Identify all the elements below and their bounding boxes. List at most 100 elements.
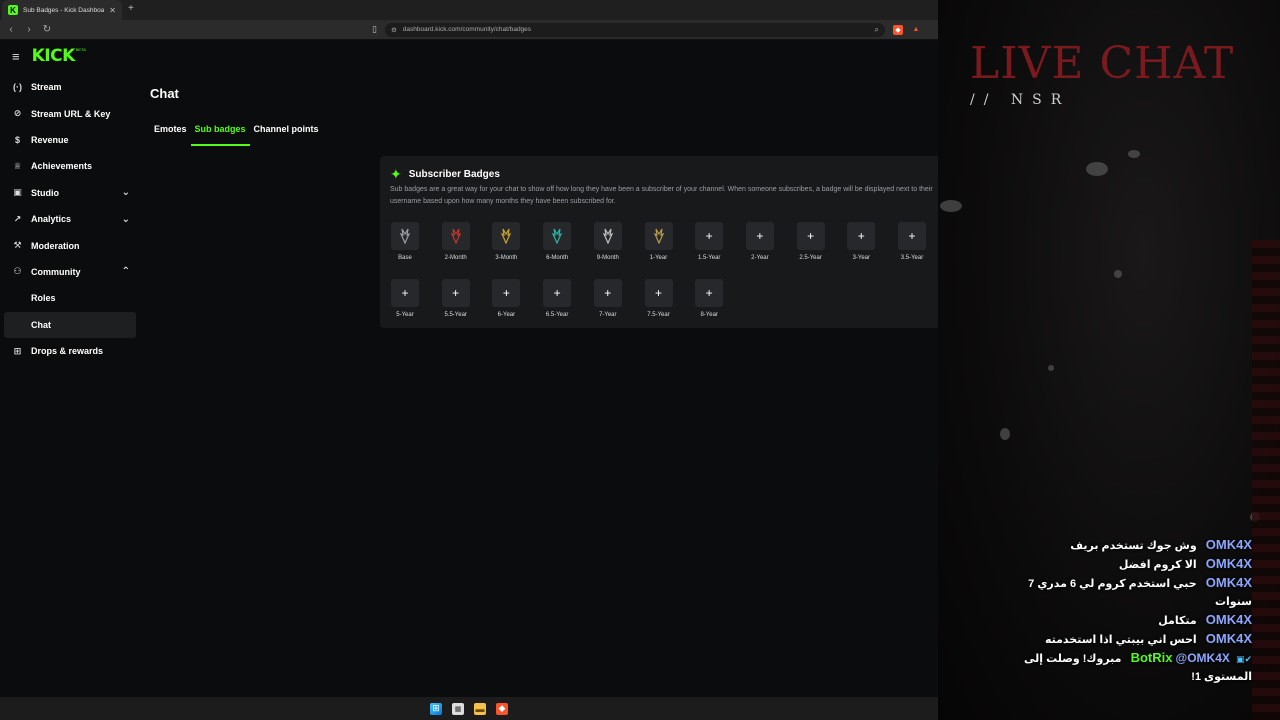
chat-username: OMK4X — [1205, 537, 1252, 552]
card-description: Sub badges are a great way for your chat… — [390, 186, 933, 205]
sidebar-item-label: Community — [31, 266, 81, 277]
badge-slot[interactable]: +7.5-Year — [639, 279, 679, 318]
chevron-up-icon: ⌃ — [121, 266, 130, 278]
overlay-chat: OMK4X وش جوك تستخدم بريف OMK4X الا كروم … — [992, 536, 1252, 686]
tab-emotes[interactable]: Emotes — [150, 122, 191, 146]
texture-speck — [1000, 428, 1010, 440]
badge-slot[interactable]: +2-Year — [740, 222, 780, 261]
badge-slot[interactable]: 9-Month — [588, 222, 628, 261]
badge-label: 8-Year — [700, 312, 718, 318]
badge-slot[interactable]: +2.5-Year — [791, 222, 831, 261]
badge-slot[interactable]: Base — [385, 222, 425, 261]
badge-slot[interactable]: +7-Year — [588, 279, 628, 318]
file-explorer-icon[interactable]: ▬ — [474, 702, 486, 715]
badge-slot[interactable]: 2-Month — [436, 222, 476, 261]
sidebar-item-stream[interactable]: (·) Stream — [0, 74, 140, 100]
sidebar-item-stream-url-key[interactable]: ⊘ Stream URL & Key — [0, 100, 140, 126]
trophy-icon: ♕ — [13, 160, 22, 171]
brave-browser-icon[interactable]: ◆ — [496, 702, 508, 715]
sidebar-item-label: Achievements — [31, 161, 93, 172]
add-badge-icon: + — [898, 222, 926, 250]
add-badge-icon: + — [796, 222, 825, 250]
badge-label: 7.5-Year — [647, 312, 670, 318]
badge-label: 2-Year — [751, 255, 769, 261]
sidebar-item-label: Analytics — [31, 214, 72, 225]
sub-badge-icon — [644, 222, 673, 250]
back-icon[interactable]: ‹ — [6, 24, 16, 35]
new-tab-icon[interactable]: + — [128, 3, 134, 14]
sub-badge-icon — [391, 222, 419, 250]
add-badge-icon: + — [441, 279, 470, 307]
badge-slot[interactable]: 6-Month — [537, 222, 577, 261]
menu-icon[interactable]: ≡ — [12, 49, 20, 64]
chat-username: OMK4X — [1205, 575, 1252, 590]
sidebar-item-roles[interactable]: Roles — [0, 285, 140, 311]
texture-speck — [1128, 150, 1140, 158]
sidebar-item-community[interactable]: ⚇ Community ⌃ — [0, 259, 140, 285]
chat-message: OMK4X احس اني بيبتي اذا استخدمته — [992, 630, 1252, 649]
add-badge-icon: + — [543, 279, 572, 307]
badge-label: 3-Month — [495, 255, 518, 261]
badge-slot[interactable]: +5-Year — [385, 279, 425, 318]
close-tab-icon[interactable]: ✕ — [109, 6, 116, 15]
live-chat-title: LIVE CHAT — [970, 38, 1235, 89]
sub-badge-icon — [441, 222, 470, 250]
badge-slot[interactable]: +6-Year — [486, 279, 526, 318]
sidebar-item-label: Stream URL & Key — [31, 108, 111, 119]
sidebar-item-achievements[interactable]: ♕ Achievements — [0, 153, 140, 179]
sidebar-item-drops-rewards[interactable]: ⊞ Drops & rewards — [0, 338, 140, 364]
sidebar-item-studio[interactable]: ▣ Studio ⌄ — [0, 180, 140, 206]
sidebar-item-chat[interactable]: Chat — [4, 311, 136, 338]
texture-speck — [940, 200, 962, 212]
badge-slot[interactable]: 3-Month — [486, 222, 526, 261]
badge-label: 1-Year — [649, 255, 668, 261]
browser-tab[interactable]: K Sub Badges - Kick Dashboard ✕ — [2, 0, 122, 20]
sub-badge-icon — [492, 222, 521, 250]
kick-logo[interactable]: KICK BETA — [32, 46, 86, 66]
sidebar-item-label: Chat — [31, 319, 51, 330]
url-text: dashboard.kick.com/community/chat/badges — [402, 26, 532, 33]
badge-slot[interactable]: +6.5-Year — [537, 279, 577, 318]
chat-username: BotRix — [1130, 650, 1173, 665]
reload-icon[interactable]: ↻ — [42, 24, 52, 35]
chat-message: ✔▣ BotRix @OMK4X مبروك! وصلت إلى المستوى… — [992, 649, 1252, 686]
card-header: ✦ Subscriber Badges — [390, 166, 500, 183]
chat-message: OMK4X وش جوك تستخدم بريف — [992, 536, 1252, 555]
tab-sub-badges[interactable]: Sub badges — [190, 122, 250, 146]
chat-username: OMK4X — [1205, 631, 1252, 646]
site-info-icon[interactable]: ⚙ — [391, 26, 397, 34]
badge-label: 1.5-Year — [697, 255, 721, 261]
address-bar: ‹ › ↻ ▯ ⚙ dashboard.kick.com/community/c… — [0, 20, 938, 40]
sidebar-item-moderation[interactable]: ⚒ Moderation — [0, 232, 140, 258]
hammer-icon: ⚒ — [13, 240, 22, 251]
add-badge-icon: + — [695, 222, 724, 250]
badge-slot[interactable]: +3-Year — [841, 222, 881, 261]
chat-username: OMK4X — [1205, 556, 1252, 571]
forward-icon[interactable]: › — [24, 24, 34, 35]
badge-label: 5-Year — [396, 312, 414, 318]
sidebar-item-label: Drops & rewards — [31, 346, 104, 357]
stream-icon: (·) — [13, 82, 22, 93]
bookmark-icon[interactable]: ▯ — [372, 24, 377, 35]
page-title: Chat — [150, 86, 179, 101]
windows-start-icon[interactable]: ⊞ — [430, 702, 442, 715]
stream-overlay: LIVE CHAT // NSR OMK4X وش جوك تستخدم بري… — [938, 0, 1280, 720]
badge-slot[interactable]: +8-Year — [689, 279, 729, 318]
calendar-app-icon[interactable]: ▦ — [452, 702, 464, 715]
zoom-icon[interactable]: ⌕ — [874, 25, 878, 35]
brave-rewards-icon[interactable]: ▲ — [911, 25, 921, 35]
badge-slot[interactable]: 1-Year — [639, 222, 679, 261]
sidebar: (·) Stream ⊘ Stream URL & Key $ Revenue … — [0, 74, 140, 364]
brave-shield-icon[interactable]: ◆ — [892, 24, 903, 35]
kick-dashboard: ≡ KICK BETA (·) Stream ⊘ Stream URL & Ke… — [0, 40, 938, 697]
sidebar-item-analytics[interactable]: ↗ Analytics ⌄ — [0, 206, 140, 232]
tab-channel-points[interactable]: Channel points — [250, 122, 323, 146]
sidebar-item-revenue[interactable]: $ Revenue — [0, 127, 140, 153]
revenue-icon: $ — [14, 134, 20, 145]
badge-label: Base — [398, 255, 412, 261]
url-field[interactable]: ⚙ dashboard.kick.com/community/chat/badg… — [384, 22, 885, 37]
badge-slot[interactable]: +1.5-Year — [689, 222, 729, 261]
badge-slot[interactable]: +3.5-Year — [892, 222, 932, 261]
sub-badge-icon — [543, 222, 572, 250]
badge-slot[interactable]: +5.5-Year — [436, 279, 476, 318]
